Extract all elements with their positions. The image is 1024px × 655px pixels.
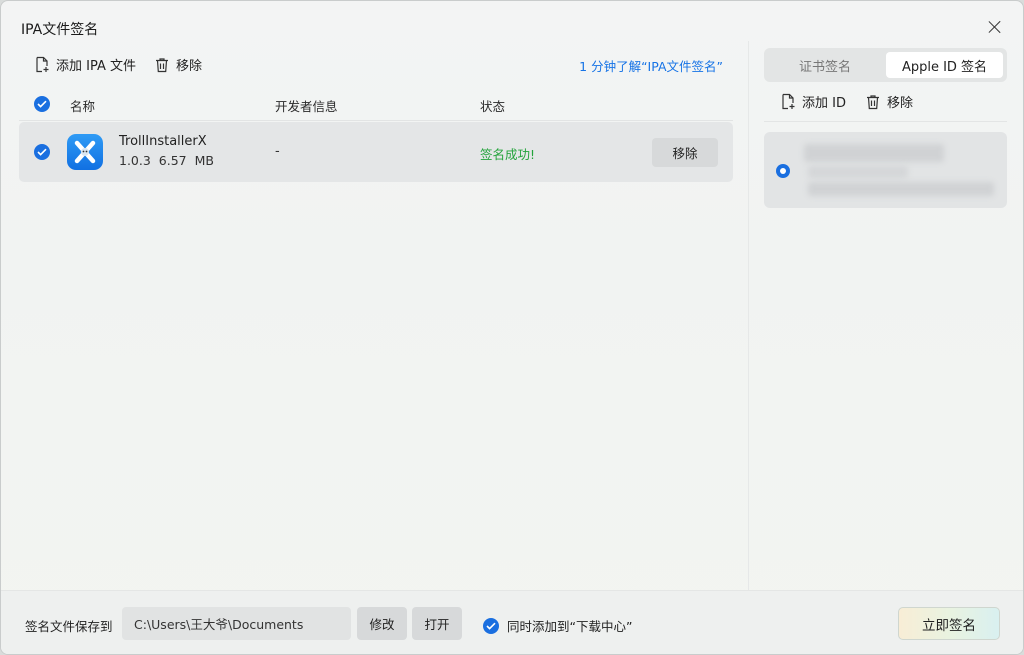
column-header-name: 名称 bbox=[70, 99, 96, 114]
panel-divider bbox=[748, 41, 749, 591]
apple-id-radio[interactable] bbox=[776, 164, 790, 178]
tab-apple-id-sign[interactable]: Apple ID 签名 bbox=[886, 52, 1003, 78]
right-divider bbox=[764, 121, 1007, 122]
help-link[interactable]: 1 分钟了解“IPA文件签名” bbox=[579, 56, 723, 75]
apple-id-item[interactable] bbox=[764, 132, 1007, 208]
troll-x-icon bbox=[74, 140, 96, 164]
remove-id-label: 移除 bbox=[887, 96, 914, 111]
column-header-status: 状态 bbox=[480, 99, 506, 114]
redacted-account bbox=[804, 144, 944, 162]
open-folder-button[interactable]: 打开 bbox=[412, 607, 462, 640]
checkmark-icon bbox=[37, 148, 47, 156]
ipa-sign-dialog: IPA文件签名 添加 IPA 文件 移除 1 分钟了解“IPA文件签名” 名称 … bbox=[0, 0, 1024, 655]
remove-button[interactable]: 移除 bbox=[154, 55, 202, 74]
redacted-account bbox=[808, 182, 994, 196]
app-version: 1.0.3 bbox=[119, 153, 151, 168]
sync-label: 同时添加到“下载中心” bbox=[507, 619, 633, 634]
trash-icon bbox=[156, 57, 168, 72]
add-ipa-label: 添加 IPA 文件 bbox=[56, 59, 136, 74]
remove-label: 移除 bbox=[176, 59, 203, 74]
checkmark-icon bbox=[37, 100, 47, 108]
table-row[interactable]: TrollInstallerX 1.0.3 6.57 MB - 签名成功! 移除 bbox=[19, 122, 733, 182]
modify-path-button[interactable]: 修改 bbox=[357, 607, 407, 640]
app-name: TrollInstallerX bbox=[119, 134, 207, 149]
developer-info: - bbox=[275, 144, 280, 159]
add-file-icon bbox=[36, 56, 49, 73]
sign-mode-tabs: 证书签名 Apple ID 签名 bbox=[764, 48, 1007, 82]
app-version-size: 1.0.3 6.57 MB bbox=[119, 153, 214, 168]
add-to-download-center-checkbox[interactable]: 同时添加到“下载中心” bbox=[483, 616, 632, 635]
trash-icon bbox=[867, 94, 879, 109]
row-checkbox[interactable] bbox=[34, 144, 50, 160]
app-icon bbox=[67, 134, 103, 170]
save-path-field[interactable]: C:\Users\王大爷\Documents bbox=[122, 607, 351, 640]
row-remove-button[interactable]: 移除 bbox=[652, 138, 718, 167]
dialog-title: IPA文件签名 bbox=[21, 22, 99, 38]
tab-certificate-sign[interactable]: 证书签名 bbox=[764, 52, 886, 78]
redacted-account bbox=[808, 166, 908, 178]
checkmark-icon bbox=[486, 622, 496, 630]
save-location-label: 签名文件保存到 bbox=[25, 619, 113, 634]
add-ipa-button[interactable]: 添加 IPA 文件 bbox=[34, 55, 136, 74]
footer-bar: 签名文件保存到 C:\Users\王大爷\Documents 修改 打开 同时添… bbox=[1, 590, 1023, 654]
select-all-checkbox[interactable] bbox=[34, 96, 50, 112]
add-file-icon bbox=[782, 93, 795, 110]
status-text: 签名成功! bbox=[480, 147, 536, 162]
sync-checkbox[interactable] bbox=[483, 617, 499, 634]
close-icon[interactable] bbox=[985, 17, 1005, 37]
app-size: 6.57 MB bbox=[158, 153, 214, 168]
add-id-label: 添加 ID bbox=[802, 96, 846, 111]
header-divider bbox=[19, 120, 733, 121]
sign-now-button[interactable]: 立即签名 bbox=[898, 607, 1000, 640]
column-header-developer: 开发者信息 bbox=[275, 99, 338, 114]
add-id-button[interactable]: 添加 ID bbox=[780, 92, 846, 111]
remove-id-button[interactable]: 移除 bbox=[865, 92, 913, 111]
